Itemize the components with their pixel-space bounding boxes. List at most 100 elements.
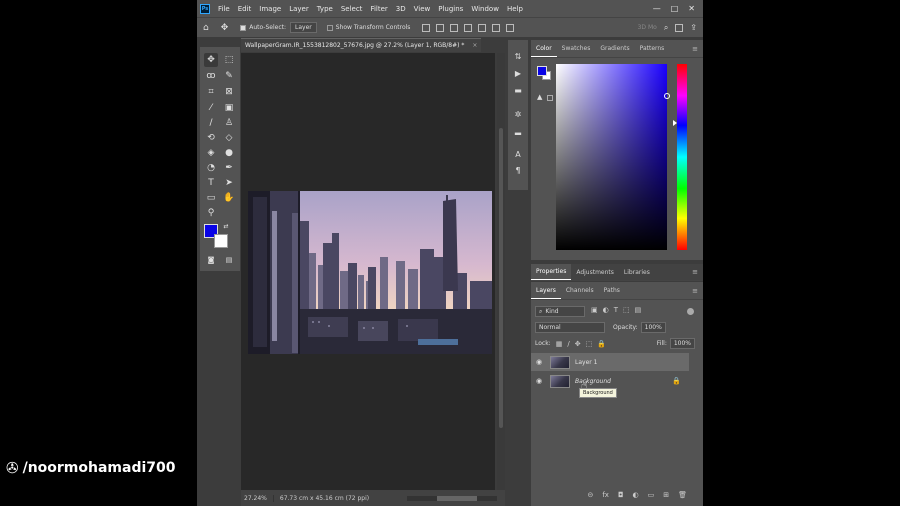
color-picker-knob[interactable]	[664, 93, 670, 99]
layer-row-layer-1[interactable]: ◉ Layer 1	[531, 353, 689, 371]
search-icon[interactable]: ⌕	[664, 23, 668, 33]
smart-object-filter-icon[interactable]: ▤	[635, 306, 642, 314]
tab-channels[interactable]: Channels	[561, 282, 599, 299]
path-select-icon[interactable]: ➤	[222, 176, 236, 190]
delete-layer-icon[interactable]: 🗑	[678, 491, 687, 499]
tab-color[interactable]: Color	[531, 40, 557, 57]
rectangle-icon[interactable]: ▭	[204, 191, 218, 205]
menu-filter[interactable]: Filter	[366, 5, 391, 13]
lock-position-icon[interactable]: ✥	[575, 340, 581, 348]
panel-menu-icon[interactable]: ≡	[692, 45, 703, 53]
play-icon[interactable]: ▶	[512, 67, 524, 79]
menu-file[interactable]: File	[214, 5, 234, 13]
new-layer-icon[interactable]: ⊞	[663, 491, 669, 499]
link-layers-icon[interactable]: ⊝	[587, 491, 593, 499]
tab-gradients[interactable]: Gradients	[595, 40, 634, 57]
zoom-icon[interactable]: ⚲	[204, 206, 218, 220]
align-left-icon[interactable]	[422, 23, 431, 32]
quick-select-icon[interactable]: ✎	[222, 69, 236, 83]
adjust-icon[interactable]: ✲	[512, 108, 524, 120]
layer-filter-dropdown[interactable]: ⌕ Kind	[535, 306, 585, 317]
close-tab-icon[interactable]: ×	[472, 42, 477, 49]
adjustment-filter-icon[interactable]: ◐	[603, 306, 609, 314]
align-bottom-icon[interactable]	[492, 23, 501, 32]
visibility-eye-icon[interactable]: ◉	[531, 358, 547, 366]
close-icon[interactable]: ✕	[688, 4, 695, 13]
tab-paths[interactable]: Paths	[599, 282, 625, 299]
lasso-icon[interactable]: ꝏ	[204, 69, 218, 83]
character-icon[interactable]: A	[512, 148, 524, 160]
horizontal-scroll-thumb[interactable]	[437, 495, 477, 501]
learn-icon[interactable]: ⇅	[512, 50, 524, 62]
marquee-icon[interactable]: ⬚	[222, 53, 236, 67]
gamut-warning-icon[interactable]: ▲	[537, 93, 542, 101]
menu-image[interactable]: Image	[255, 5, 285, 13]
history-brush-icon[interactable]: ⟲	[204, 131, 218, 145]
screen-mode-icon[interactable]: ▤	[222, 253, 236, 267]
move-tool-preset-icon[interactable]: ✥	[221, 23, 229, 33]
color-picker-field[interactable]	[556, 64, 670, 250]
swap-colors-icon[interactable]: ⇄	[222, 222, 230, 230]
align-middle-icon[interactable]	[478, 23, 487, 32]
horizontal-scrollbar[interactable]	[407, 495, 497, 501]
distribute-icon[interactable]	[506, 23, 515, 32]
menu-view[interactable]: View	[410, 5, 435, 13]
fx-icon[interactable]: fx	[602, 491, 609, 499]
comment-icon[interactable]: ▬	[512, 84, 524, 96]
filter-toggle-icon[interactable]	[687, 308, 694, 315]
add-mask-icon[interactable]: ◘	[618, 491, 624, 499]
document-image[interactable]	[248, 191, 492, 354]
menu-layer[interactable]: Layer	[285, 5, 313, 13]
shape-filter-icon[interactable]: ⬚	[623, 306, 630, 314]
lock-transparent-icon[interactable]: ▦	[556, 340, 563, 348]
lock-artboard-icon[interactable]: ⬚	[586, 340, 593, 348]
home-icon[interactable]: ⌂	[203, 23, 209, 33]
opacity-field[interactable]: 100%	[640, 322, 666, 333]
clone-stamp-icon[interactable]: ♙	[222, 116, 236, 130]
blur-icon[interactable]: ●	[222, 146, 236, 160]
web-safe-icon[interactable]	[547, 95, 553, 101]
workspace-icon[interactable]	[675, 23, 684, 32]
tab-layers[interactable]: Layers	[531, 282, 561, 299]
align-top-icon[interactable]	[464, 23, 473, 32]
menu-edit[interactable]: Edit	[234, 5, 256, 13]
align-center-icon[interactable]	[436, 23, 445, 32]
auto-select-target-dropdown[interactable]: Layer	[290, 22, 317, 33]
menu-type[interactable]: Type	[313, 5, 337, 13]
pixel-filter-icon[interactable]: ▣	[591, 306, 598, 314]
hand-icon[interactable]: ✋	[222, 191, 236, 205]
tab-adjustments[interactable]: Adjustments	[571, 264, 619, 280]
auto-select-checkbox[interactable]: Auto-Select:	[240, 24, 286, 31]
hue-slider-arrow[interactable]	[673, 120, 677, 126]
pen-icon[interactable]: ✒	[222, 161, 236, 175]
panel-menu-icon[interactable]: ≡	[692, 287, 703, 295]
menu-help[interactable]: Help	[503, 5, 527, 13]
paint-bucket-icon[interactable]: ◈	[204, 146, 218, 160]
align-right-icon[interactable]	[450, 23, 459, 32]
share-icon[interactable]: ⇪	[690, 23, 697, 32]
visibility-eye-icon[interactable]: ◉	[531, 377, 547, 385]
menu-window[interactable]: Window	[467, 5, 503, 13]
tab-patterns[interactable]: Patterns	[635, 40, 670, 57]
fill-field[interactable]: 100%	[669, 338, 695, 349]
dodge-icon[interactable]: ◔	[204, 161, 218, 175]
adjustment-layer-icon[interactable]: ◐	[633, 491, 639, 499]
layer-name[interactable]: Layer 1	[575, 359, 597, 366]
panel-menu-icon[interactable]: ≡	[692, 268, 703, 276]
canvas-area[interactable]	[241, 53, 495, 490]
background-color-swatch[interactable]	[214, 234, 228, 248]
menu-plugins[interactable]: Plugins	[434, 5, 467, 13]
tab-swatches[interactable]: Swatches	[557, 40, 596, 57]
document-tab[interactable]: WallpaperGram.IR_1553812802_57676.jpg @ …	[241, 38, 481, 52]
lock-all-icon[interactable]: 🔒	[597, 340, 606, 348]
crop-icon[interactable]: ⌗	[204, 85, 218, 99]
tab-properties[interactable]: Properties	[531, 264, 572, 280]
tab-libraries[interactable]: Libraries	[619, 264, 655, 280]
zoom-level-field[interactable]: 27.24%	[241, 494, 274, 502]
quick-mask-icon[interactable]: ◙	[204, 253, 218, 267]
eraser-icon[interactable]: ◇	[222, 131, 236, 145]
lock-image-icon[interactable]: /	[567, 340, 569, 348]
vertical-scrollbar[interactable]	[497, 53, 505, 490]
new-group-icon[interactable]: ▭	[648, 491, 655, 499]
eyedropper-icon[interactable]: ⁄	[204, 101, 218, 115]
